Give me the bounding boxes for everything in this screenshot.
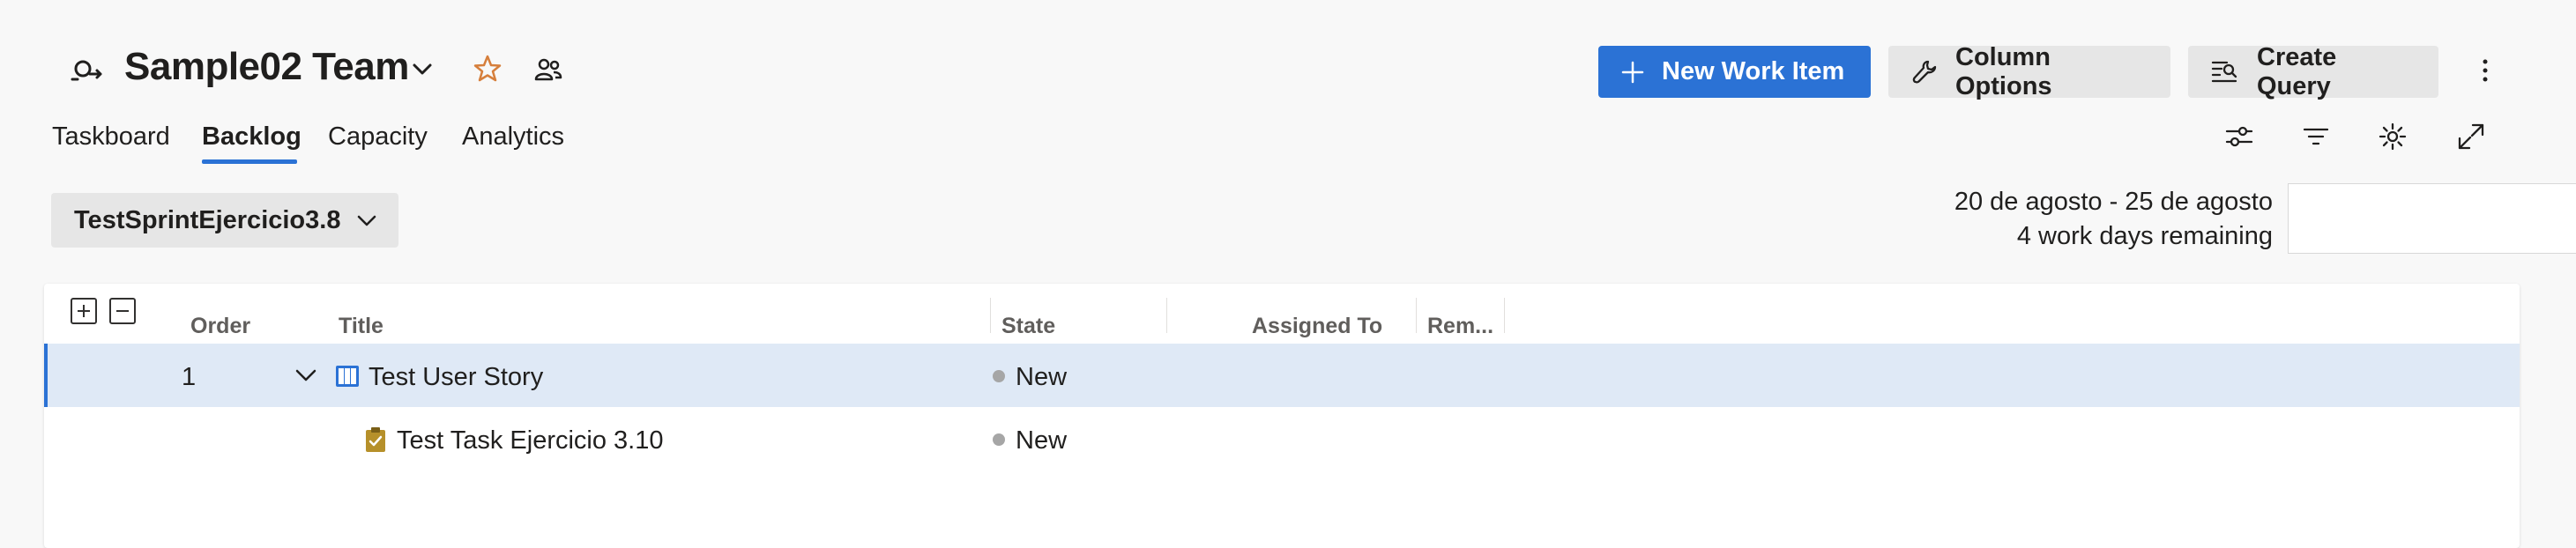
column-options-label: Column Options: [1955, 42, 2052, 100]
tab-backlog[interactable]: Backlog: [202, 122, 302, 152]
team-name[interactable]: Sample02 Team: [124, 45, 409, 89]
gear-icon[interactable]: [2378, 122, 2408, 152]
tab-analytics[interactable]: Analytics: [462, 122, 564, 152]
new-work-item-label: New Work Item: [1662, 57, 1845, 85]
column-header-assigned-to[interactable]: Assigned To: [1252, 314, 1382, 339]
wrench-icon: [1912, 60, 1937, 84]
more-vertical-icon[interactable]: [2474, 55, 2497, 86]
row-state: New: [1016, 363, 1068, 391]
sprint-dates: 20 de agosto - 25 de agosto 4 work days …: [1954, 185, 2273, 254]
new-work-item-button[interactable]: New Work Item: [1598, 46, 1871, 98]
selection-indicator: [44, 344, 48, 407]
plus-icon: [78, 305, 90, 317]
active-tab-indicator: [202, 159, 297, 164]
sprint-name: TestSprintEjercicio3.8: [74, 205, 341, 234]
column-options-button[interactable]: Column Options: [1888, 42, 2170, 100]
chevron-down-icon[interactable]: [294, 367, 317, 386]
row-order: 1: [182, 363, 197, 391]
filter-icon[interactable]: [2301, 122, 2331, 152]
column-divider[interactable]: [1166, 298, 1167, 333]
expand-icon[interactable]: [2456, 122, 2486, 152]
task-icon: [366, 427, 385, 452]
table-row[interactable]: 1 Test User Story New: [44, 344, 2520, 407]
column-divider[interactable]: [990, 298, 991, 333]
column-header-remaining[interactable]: Rem...: [1427, 314, 1493, 339]
collapse-all-button[interactable]: [109, 298, 136, 324]
expand-all-button[interactable]: [71, 298, 97, 324]
row-title[interactable]: Test User Story: [369, 363, 543, 392]
user-story-icon: [336, 366, 359, 387]
chevron-down-icon: [357, 215, 376, 226]
backlog-grid: Order Title State Assigned To Rem... 1 T…: [44, 284, 2520, 548]
tab-taskboard[interactable]: Taskboard: [52, 122, 170, 152]
state-indicator: [993, 433, 1005, 446]
column-header-state[interactable]: State: [1001, 314, 1055, 339]
tab-capacity[interactable]: Capacity: [328, 122, 428, 152]
table-row[interactable]: Test Task Ejercicio 3.10 New: [44, 407, 2520, 470]
capacity-chart-box: [2288, 183, 2576, 254]
create-query-label: Create Query: [2257, 42, 2337, 100]
settings-sliders-icon[interactable]: [2224, 122, 2254, 152]
state-indicator: [993, 370, 1005, 382]
column-header-order[interactable]: Order: [190, 314, 250, 339]
plus-icon: [1621, 61, 1644, 83]
star-icon[interactable]: [473, 54, 503, 84]
column-divider[interactable]: [1504, 298, 1505, 333]
column-divider[interactable]: [1416, 298, 1417, 333]
sprint-selector[interactable]: TestSprintEjercicio3.8: [51, 193, 398, 248]
create-query-button[interactable]: Create Query: [2188, 42, 2438, 100]
people-icon[interactable]: [534, 56, 562, 83]
team-icon: [69, 55, 106, 86]
sprint-date-range: 20 de agosto - 25 de agosto: [1954, 188, 2273, 216]
chevron-down-icon[interactable]: [411, 58, 434, 81]
column-header-title[interactable]: Title: [339, 314, 383, 339]
row-title[interactable]: Test Task Ejercicio 3.10: [397, 426, 664, 455]
work-days-remaining: 4 work days remaining: [2016, 222, 2273, 250]
row-state: New: [1016, 426, 1068, 455]
query-icon: [2211, 61, 2237, 82]
minus-icon: [116, 310, 129, 312]
